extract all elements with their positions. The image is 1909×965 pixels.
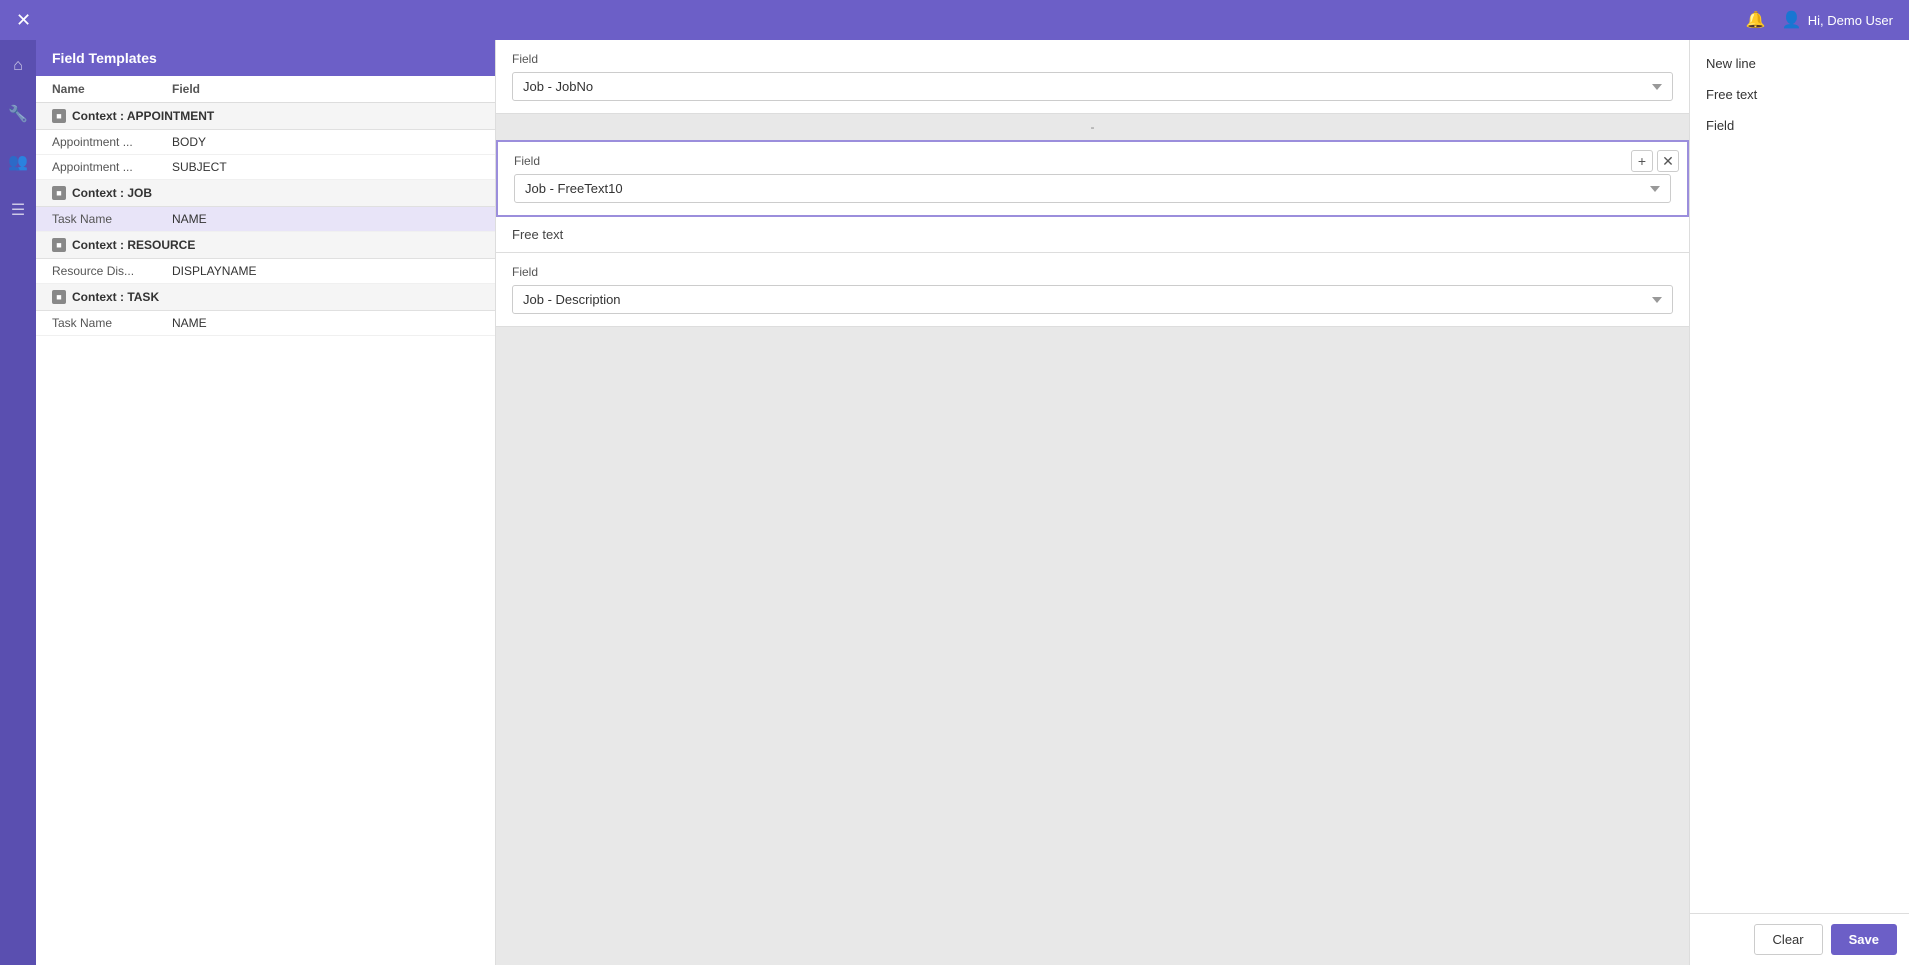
nav-team-icon[interactable]: 👥	[4, 148, 32, 176]
field-block-active-label: Field	[514, 154, 1671, 168]
nav-wrench-icon[interactable]: 🔧	[4, 100, 32, 128]
context-resource-label: Context : RESOURCE	[72, 238, 195, 252]
field-select-active[interactable]: Job - JobNo Job - FreeText10 Job - Descr…	[514, 174, 1671, 203]
freetext-label: Free text	[512, 227, 563, 242]
template-field: NAME	[172, 212, 479, 226]
close-icon[interactable]: ✕	[16, 10, 31, 31]
template-name: Resource Dis...	[52, 264, 172, 278]
field-select-3[interactable]: Job - JobNo Job - FreeText10 Job - Descr…	[512, 285, 1673, 314]
freetext-block: Free text	[496, 217, 1689, 253]
clear-button[interactable]: Clear	[1754, 924, 1823, 955]
context-resource: ■ Context : RESOURCE Resource Dis... DIS…	[36, 232, 495, 284]
left-panel-content: ■ Context : APPOINTMENT Appointment ... …	[36, 103, 495, 965]
context-resource-header: ■ Context : RESOURCE	[36, 232, 495, 259]
field-block-3-label: Field	[512, 265, 1673, 279]
option-new-line[interactable]: New line	[1690, 48, 1909, 79]
user-label: Hi, Demo User	[1808, 13, 1893, 28]
field-block-active: + ✕ Field Job - JobNo Job - FreeText10 J…	[496, 140, 1689, 217]
context-job-icon: ■	[52, 186, 66, 200]
col-name-header: Name	[52, 82, 172, 96]
field-block-active-row: Job - JobNo Job - FreeText10 Job - Descr…	[514, 174, 1671, 203]
icon-sidebar: ⌂ 🔧 👥 ☰	[0, 40, 36, 965]
bell-icon[interactable]: 🔔	[1746, 10, 1766, 30]
template-field: NAME	[172, 316, 479, 330]
template-row-active[interactable]: Task Name NAME	[36, 207, 495, 232]
template-row[interactable]: Appointment ... BODY	[36, 130, 495, 155]
template-field: SUBJECT	[172, 160, 479, 174]
user-info: 👤 Hi, Demo User	[1782, 10, 1893, 30]
field-block-1-row: Job - JobNo Job - FreeText10 Job - Descr…	[512, 72, 1673, 101]
option-free-text[interactable]: Free text	[1690, 79, 1909, 110]
left-panel-header: Field Templates	[36, 40, 495, 76]
option-field[interactable]: Field	[1690, 110, 1909, 141]
nav-home-icon[interactable]: ⌂	[4, 52, 32, 80]
template-name: Appointment ...	[52, 135, 172, 149]
template-field: DISPLAYNAME	[172, 264, 479, 278]
col-field-header: Field	[172, 82, 479, 96]
context-appointment-header: ■ Context : APPOINTMENT	[36, 103, 495, 130]
template-row[interactable]: Appointment ... SUBJECT	[36, 155, 495, 180]
save-button[interactable]: Save	[1831, 924, 1897, 955]
context-resource-icon: ■	[52, 238, 66, 252]
template-row[interactable]: Resource Dis... DISPLAYNAME	[36, 259, 495, 284]
context-task-icon: ■	[52, 290, 66, 304]
right-panel-footer: Clear Save	[1690, 913, 1909, 965]
template-row[interactable]: Task Name NAME	[36, 311, 495, 336]
right-panel-options: New line Free text Field	[1690, 40, 1909, 913]
center-panel: Field Job - JobNo Job - FreeText10 Job -…	[496, 40, 1689, 965]
left-panel: Field Templates Name Field ■ Context : A…	[36, 40, 496, 965]
template-name: Task Name	[52, 316, 172, 330]
template-name: Task Name	[52, 212, 172, 226]
field-block-3: Field Job - JobNo Job - FreeText10 Job -…	[496, 253, 1689, 327]
column-headers: Name Field	[36, 76, 495, 103]
template-name: Appointment ...	[52, 160, 172, 174]
content-area: Field Job - JobNo Job - FreeText10 Job -…	[496, 40, 1909, 965]
field-block-1-label: Field	[512, 52, 1673, 66]
context-job: ■ Context : JOB Task Name NAME	[36, 180, 495, 232]
template-field: BODY	[172, 135, 479, 149]
context-task: ■ Context : TASK Task Name NAME	[36, 284, 495, 336]
separator: -	[496, 114, 1689, 140]
field-block-3-row: Job - JobNo Job - FreeText10 Job - Descr…	[512, 285, 1673, 314]
add-field-button[interactable]: +	[1631, 150, 1653, 172]
topbar: ✕ 🔔 👤 Hi, Demo User	[0, 0, 1909, 40]
field-block-actions: + ✕	[1631, 150, 1679, 172]
nav-settings-icon[interactable]: ☰	[4, 196, 32, 224]
context-job-header: ■ Context : JOB	[36, 180, 495, 207]
context-job-label: Context : JOB	[72, 186, 152, 200]
context-task-header: ■ Context : TASK	[36, 284, 495, 311]
user-icon: 👤	[1782, 10, 1802, 30]
field-select-1[interactable]: Job - JobNo Job - FreeText10 Job - Descr…	[512, 72, 1673, 101]
context-appointment-icon: ■	[52, 109, 66, 123]
field-block-1: Field Job - JobNo Job - FreeText10 Job -…	[496, 40, 1689, 114]
right-panel: New line Free text Field Clear Save	[1689, 40, 1909, 965]
context-appointment-label: Context : APPOINTMENT	[72, 109, 214, 123]
remove-field-button[interactable]: ✕	[1657, 150, 1679, 172]
context-appointment: ■ Context : APPOINTMENT Appointment ... …	[36, 103, 495, 180]
context-task-label: Context : TASK	[72, 290, 159, 304]
